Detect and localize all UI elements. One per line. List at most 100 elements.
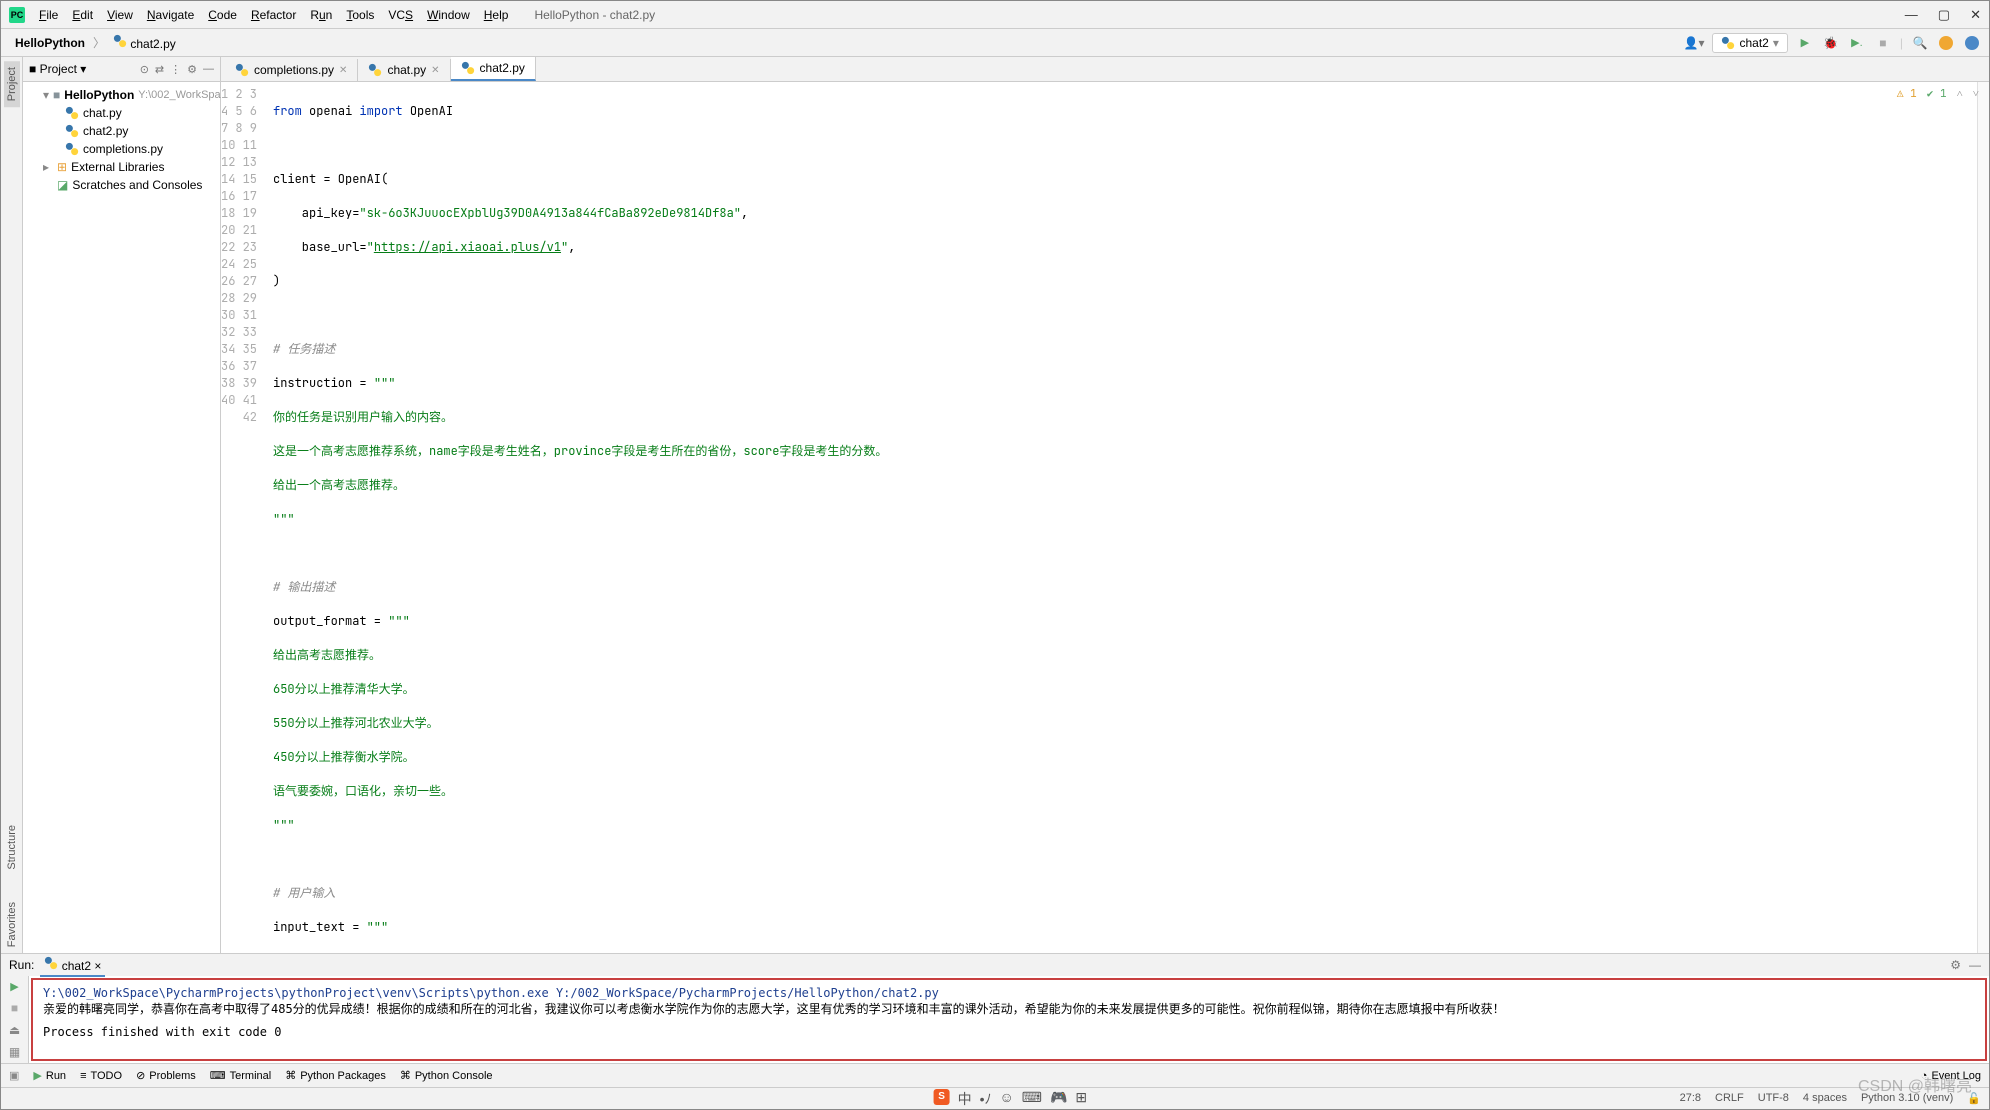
rerun-button[interactable]: ▶: [10, 980, 18, 993]
menu-refactor[interactable]: Refactor: [245, 6, 302, 24]
ok-indicator[interactable]: ✔ 1: [1927, 86, 1947, 103]
tool-window-quick-access-icon[interactable]: ▣: [9, 1069, 19, 1082]
python-file-icon: [113, 34, 127, 48]
expand-all-icon[interactable]: ⇄: [155, 63, 164, 76]
exit-button[interactable]: ⏏: [9, 1023, 20, 1037]
run-command: Y:\002_WorkSpace\PycharmProjects\pythonP…: [43, 986, 1975, 1000]
editor-inspections[interactable]: ⚠ 1 ✔ 1 ˄ ˅: [1897, 86, 1979, 103]
ime-lang[interactable]: 中: [958, 1089, 972, 1109]
select-opened-icon[interactable]: ⊙: [140, 63, 149, 76]
gear-icon[interactable]: ⚙: [187, 63, 197, 76]
project-panel-header: ■ Project ▾ ⊙ ⇄ ⋮ ⚙ —: [23, 57, 220, 82]
app-icon: PC: [9, 7, 25, 23]
menu-navigate[interactable]: Navigate: [141, 6, 200, 24]
stop-button[interactable]: ■: [11, 1001, 18, 1015]
ide-update-icon[interactable]: [1937, 34, 1955, 52]
editor-tab[interactable]: chat.py✕: [358, 59, 450, 81]
run-tab[interactable]: chat2 ×: [40, 954, 105, 977]
tool-terminal[interactable]: ⌨Terminal: [210, 1069, 271, 1082]
status-line-ending[interactable]: CRLF: [1715, 1092, 1744, 1105]
python-icon: [1721, 36, 1735, 50]
ime-tray: S 中 •ﾉ ☺ ⌨ 🎮 ⊞: [934, 1089, 1088, 1109]
menu-tools[interactable]: Tools: [340, 6, 380, 24]
menu-edit[interactable]: Edit: [66, 6, 99, 24]
python-file-icon: [65, 142, 79, 156]
debug-button[interactable]: 🐞: [1822, 34, 1840, 52]
run-config-selector[interactable]: chat2 ▾: [1712, 33, 1787, 53]
run-tool-window: Run: chat2 × ⚙ — ▶ ■ ⏏ ▦ Y:\002_WorkSpac…: [1, 953, 1989, 1063]
python-file-icon: [235, 63, 249, 77]
gear-icon[interactable]: ⚙: [1950, 958, 1961, 972]
status-caret-pos[interactable]: 27:8: [1680, 1092, 1701, 1105]
python-icon: [44, 956, 58, 970]
menu-help[interactable]: Help: [478, 6, 515, 24]
code-editor[interactable]: ⚠ 1 ✔ 1 ˄ ˅ 1 2 3 4 5 6 7 8 9 10 11 12 1…: [221, 82, 1989, 953]
ime-grid[interactable]: ⊞: [1075, 1089, 1087, 1109]
tree-scratches[interactable]: ◪ Scratches and Consoles: [23, 176, 220, 194]
close-button[interactable]: ✕: [1970, 7, 1981, 23]
tool-tab-favorites[interactable]: Favorites: [4, 896, 20, 953]
breadcrumb-file[interactable]: chat2.py: [107, 32, 182, 53]
tool-todo[interactable]: ≡TODO: [80, 1070, 122, 1082]
layout-button[interactable]: ▦: [9, 1045, 20, 1059]
collapse-all-icon[interactable]: ⋮: [170, 63, 181, 76]
status-bar: S 中 •ﾉ ☺ ⌨ 🎮 ⊞ 27:8 CRLF UTF-8 4 spaces …: [1, 1087, 1989, 1109]
minimize-button[interactable]: —: [1905, 7, 1918, 23]
editor-tab[interactable]: completions.py✕: [225, 59, 358, 81]
menu-run[interactable]: Run: [304, 6, 338, 24]
ide-settings-icon[interactable]: [1963, 34, 1981, 52]
title-bar: PC File Edit View Navigate Code Refactor…: [1, 1, 1989, 29]
search-everywhere-button[interactable]: 🔍: [1911, 34, 1929, 52]
python-file-icon: [368, 63, 382, 77]
navigation-bar: HelloPython 〉 chat2.py 👤▾ chat2 ▾ ▶ 🐞 ▶.…: [1, 29, 1989, 57]
close-tab-icon[interactable]: ✕: [339, 65, 347, 76]
status-encoding[interactable]: UTF-8: [1758, 1092, 1789, 1105]
tool-run[interactable]: ▶Run: [33, 1069, 66, 1082]
tool-problems[interactable]: ⊘Problems: [136, 1069, 196, 1082]
project-panel: ■ Project ▾ ⊙ ⇄ ⋮ ⚙ — ▾■ HelloPython Y:\…: [23, 57, 221, 953]
menu-window[interactable]: Window: [421, 6, 476, 24]
window-title: HelloPython - chat2.py: [534, 8, 655, 22]
sogou-icon[interactable]: S: [934, 1089, 950, 1105]
close-tab-icon[interactable]: ✕: [431, 65, 439, 76]
tool-tab-structure[interactable]: Structure: [4, 819, 20, 876]
breadcrumb-root[interactable]: HelloPython: [9, 34, 91, 52]
ime-emoji[interactable]: ☺: [999, 1089, 1013, 1109]
menu-view[interactable]: View: [101, 6, 139, 24]
tree-file[interactable]: completions.py: [23, 140, 220, 158]
ime-game[interactable]: 🎮: [1050, 1089, 1067, 1109]
tree-external-libs[interactable]: ▸⊞ External Libraries: [23, 158, 220, 176]
tool-python-packages[interactable]: ⌘Python Packages: [285, 1069, 386, 1082]
left-tool-gutter: Project Structure Favorites: [1, 57, 23, 953]
tree-file[interactable]: chat.py: [23, 104, 220, 122]
project-tree: ▾■ HelloPython Y:\002_WorkSpace chat.py …: [23, 82, 220, 198]
chevron-down-icon[interactable]: ˅: [1973, 86, 1979, 103]
menu-code[interactable]: Code: [202, 6, 243, 24]
chevron-up-icon[interactable]: ˄: [1957, 86, 1963, 103]
run-button[interactable]: ▶: [1796, 34, 1814, 52]
warning-indicator[interactable]: ⚠ 1: [1897, 86, 1917, 103]
tool-python-console[interactable]: ⌘Python Console: [400, 1069, 493, 1082]
ime-kb[interactable]: ⌨: [1022, 1089, 1042, 1109]
ime-punct[interactable]: •ﾉ: [980, 1089, 992, 1109]
stop-button[interactable]: ■: [1874, 34, 1892, 52]
watermark: CSDN @韩曙亮: [1858, 1072, 1972, 1096]
tool-tab-project[interactable]: Project: [4, 61, 20, 107]
project-panel-title: ■ Project ▾: [29, 62, 86, 76]
run-output[interactable]: Y:\002_WorkSpace\PycharmProjects\pythonP…: [31, 978, 1987, 1061]
editor-tab-active[interactable]: chat2.py: [451, 57, 536, 81]
run-label: Run:: [9, 958, 34, 972]
source-code[interactable]: from openai import OpenAI client = OpenA…: [265, 82, 1977, 953]
menu-vcs[interactable]: VCS: [382, 6, 419, 24]
maximize-button[interactable]: ▢: [1938, 7, 1950, 23]
hide-icon[interactable]: —: [1969, 958, 1981, 972]
status-indent[interactable]: 4 spaces: [1803, 1092, 1847, 1105]
tree-file[interactable]: chat2.py: [23, 122, 220, 140]
menu-file[interactable]: File: [33, 6, 64, 24]
dropdown-icon: ▾: [1773, 36, 1779, 50]
run-coverage-button[interactable]: ▶.: [1848, 34, 1866, 52]
error-stripe[interactable]: [1977, 82, 1989, 953]
tree-root[interactable]: ▾■ HelloPython Y:\002_WorkSpace: [23, 86, 220, 104]
hide-panel-icon[interactable]: —: [203, 63, 214, 76]
user-icon[interactable]: 👤▾: [1684, 36, 1705, 50]
